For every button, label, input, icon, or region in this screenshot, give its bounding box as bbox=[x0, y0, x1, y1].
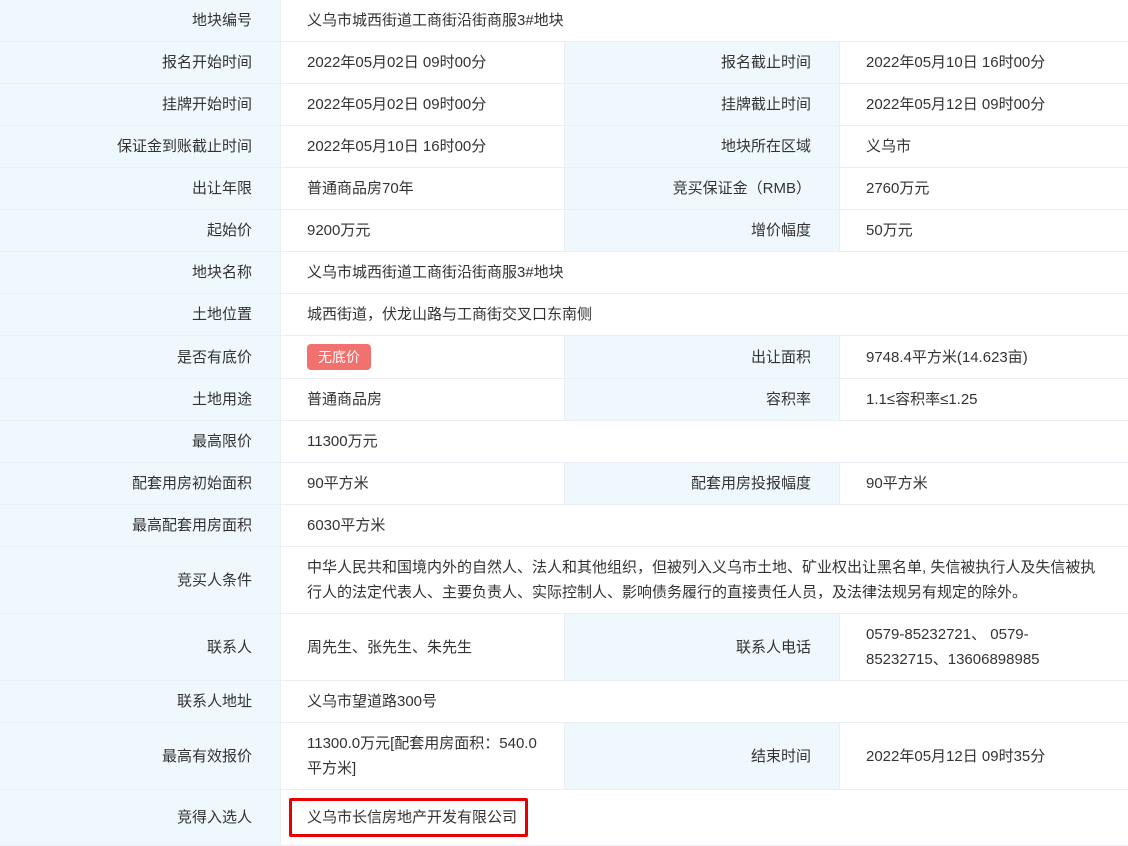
field-value: 11300万元 bbox=[281, 421, 1128, 462]
field-value: 义乌市 bbox=[840, 126, 1128, 167]
field-value: 9200万元 bbox=[281, 210, 565, 251]
field-label: 联系人 bbox=[0, 614, 281, 680]
field-label: 地块所在区域 bbox=[565, 126, 840, 167]
table-row: 联系人地址 义乌市望道路300号 bbox=[0, 681, 1128, 723]
table-row: 挂牌开始时间 2022年05月02日 09时00分 挂牌截止时间 2022年05月12… bbox=[0, 84, 1128, 126]
field-value: 90平方米 bbox=[281, 463, 565, 504]
field-label: 最高配套用房面积 bbox=[0, 505, 281, 546]
table-row: 竞得入选人 义乌市长信房地产开发有限公司 bbox=[0, 790, 1128, 846]
field-value: 周先生、张先生、朱先生 bbox=[281, 614, 565, 680]
field-label: 挂牌截止时间 bbox=[565, 84, 840, 125]
field-label: 是否有底价 bbox=[0, 336, 281, 378]
field-label: 竞买保证金（RMB） bbox=[565, 168, 840, 209]
field-value: 城西街道，伏龙山路与工商街交叉口东南侧 bbox=[281, 294, 1128, 335]
field-label: 竞得入选人 bbox=[0, 790, 281, 845]
field-value: 2022年05月12日 09时00分 bbox=[840, 84, 1128, 125]
no-reserve-price-badge: 无底价 bbox=[307, 344, 371, 370]
field-label: 起始价 bbox=[0, 210, 281, 251]
field-label: 容积率 bbox=[565, 379, 840, 420]
field-label: 地块编号 bbox=[0, 0, 281, 41]
table-row: 配套用房初始面积 90平方米 配套用房投报幅度 90平方米 bbox=[0, 463, 1128, 505]
table-row: 保证金到账截止时间 2022年05月10日 16时00分 地块所在区域 义乌市 bbox=[0, 126, 1128, 168]
field-value: 义乌市城西街道工商街沿街商服3#地块 bbox=[281, 0, 1128, 41]
land-detail-table: 地块编号 义乌市城西街道工商街沿街商服3#地块 报名开始时间 2022年05月02日 … bbox=[0, 0, 1128, 846]
field-value: 义乌市城西街道工商街沿街商服3#地块 bbox=[281, 252, 1128, 293]
table-row: 土地位置 城西街道，伏龙山路与工商街交叉口东南侧 bbox=[0, 294, 1128, 336]
field-value: 2022年05月12日 09时35分 bbox=[840, 723, 1128, 789]
field-label: 报名开始时间 bbox=[0, 42, 281, 83]
field-label: 出让年限 bbox=[0, 168, 281, 209]
table-row: 出让年限 普通商品房70年 竞买保证金（RMB） 2760万元 bbox=[0, 168, 1128, 210]
field-label: 报名截止时间 bbox=[565, 42, 840, 83]
field-value: 9748.4平方米(14.623亩) bbox=[840, 336, 1128, 378]
field-value: 2022年05月10日 16时00分 bbox=[281, 126, 565, 167]
table-row: 地块名称 义乌市城西街道工商街沿街商服3#地块 bbox=[0, 252, 1128, 294]
field-value: 6030平方米 bbox=[281, 505, 1128, 546]
table-row: 竞买人条件 中华人民共和国境内外的自然人、法人和其他组织，但被列入义乌市土地、矿业… bbox=[0, 547, 1128, 614]
field-value: 90平方米 bbox=[840, 463, 1128, 504]
field-value: 0579-85232721、 0579-85232715、13606898985 bbox=[840, 614, 1128, 680]
field-label: 增价幅度 bbox=[565, 210, 840, 251]
field-value: 中华人民共和国境内外的自然人、法人和其他组织，但被列入义乌市土地、矿业权出让黑名… bbox=[281, 547, 1128, 613]
field-value: 50万元 bbox=[840, 210, 1128, 251]
table-row: 起始价 9200万元 增价幅度 50万元 bbox=[0, 210, 1128, 252]
field-value: 2022年05月02日 09时00分 bbox=[281, 84, 565, 125]
winner-highlight-box: 义乌市长信房地产开发有限公司 bbox=[289, 798, 529, 837]
field-label: 地块名称 bbox=[0, 252, 281, 293]
table-row: 最高有效报价 11300.0万元[配套用房面积：540.0平方米] 结束时间 2022… bbox=[0, 723, 1128, 790]
table-row: 最高配套用房面积 6030平方米 bbox=[0, 505, 1128, 547]
field-value: 2022年05月10日 16时00分 bbox=[840, 42, 1128, 83]
field-value: 无底价 bbox=[281, 336, 565, 378]
field-label: 最高限价 bbox=[0, 421, 281, 462]
field-label: 联系人地址 bbox=[0, 681, 281, 722]
table-row: 最高限价 11300万元 bbox=[0, 421, 1128, 463]
field-label: 配套用房初始面积 bbox=[0, 463, 281, 504]
field-label: 土地位置 bbox=[0, 294, 281, 335]
field-value: 义乌市望道路300号 bbox=[281, 681, 1128, 722]
field-label: 联系人电话 bbox=[565, 614, 840, 680]
field-value: 普通商品房70年 bbox=[281, 168, 565, 209]
field-label: 保证金到账截止时间 bbox=[0, 126, 281, 167]
field-value: 2022年05月02日 09时00分 bbox=[281, 42, 565, 83]
table-row: 土地用途 普通商品房 容积率 1.1≤容积率≤1.25 bbox=[0, 379, 1128, 421]
field-label: 配套用房投报幅度 bbox=[565, 463, 840, 504]
field-value: 2760万元 bbox=[840, 168, 1128, 209]
table-row: 报名开始时间 2022年05月02日 09时00分 报名截止时间 2022年05月10… bbox=[0, 42, 1128, 84]
field-value: 普通商品房 bbox=[281, 379, 565, 420]
field-value: 1.1≤容积率≤1.25 bbox=[840, 379, 1128, 420]
field-label: 最高有效报价 bbox=[0, 723, 281, 789]
field-label: 结束时间 bbox=[565, 723, 840, 789]
field-label: 竞买人条件 bbox=[0, 547, 281, 613]
table-row: 是否有底价 无底价 出让面积 9748.4平方米(14.623亩) bbox=[0, 336, 1128, 379]
table-row: 联系人 周先生、张先生、朱先生 联系人电话 0579-85232721、 0579-8… bbox=[0, 614, 1128, 681]
field-label: 挂牌开始时间 bbox=[0, 84, 281, 125]
field-value: 11300.0万元[配套用房面积：540.0平方米] bbox=[281, 723, 565, 789]
field-label: 出让面积 bbox=[565, 336, 840, 378]
field-value: 义乌市长信房地产开发有限公司 bbox=[281, 790, 1128, 845]
table-row: 地块编号 义乌市城西街道工商街沿街商服3#地块 bbox=[0, 0, 1128, 42]
field-label: 土地用途 bbox=[0, 379, 281, 420]
